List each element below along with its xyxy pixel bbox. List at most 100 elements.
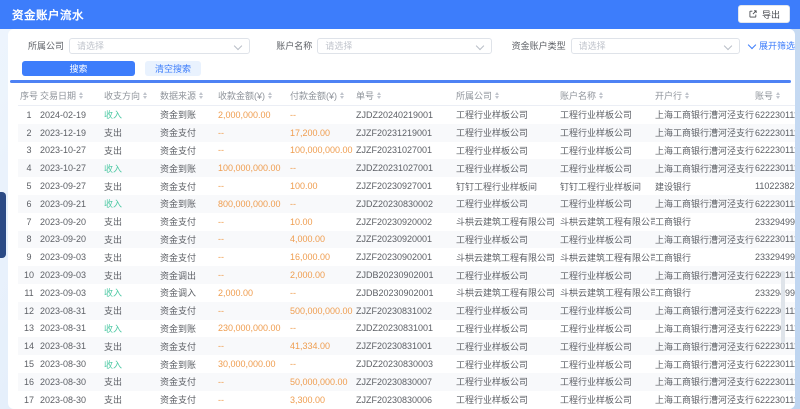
sort-carets-icon[interactable] — [776, 92, 780, 99]
column-header-date[interactable]: 交易日期 — [40, 89, 104, 102]
cell-payment: -- — [290, 110, 356, 120]
column-header-doc_no[interactable]: 单号 — [356, 89, 456, 102]
column-header-income[interactable]: 收款金额(¥) — [218, 89, 290, 102]
cell-date: 2023-08-30 — [40, 377, 104, 387]
cell-bank: 建设银行 — [655, 180, 755, 193]
cell-date: 2023-09-27 — [40, 181, 104, 191]
cell-payment: 50,000,000.00 — [290, 377, 356, 387]
cell-date: 2024-02-19 — [40, 110, 104, 120]
sort-carets-icon[interactable] — [143, 92, 147, 99]
cell-direction: 支出 — [104, 251, 160, 264]
table-row[interactable]: 52023-09-27支出资金支付--100.00ZJZF20230927001… — [18, 177, 795, 195]
cell-company: 工程行业样板公司 — [456, 197, 560, 210]
cell-source: 资金支付 — [160, 393, 218, 406]
table-row[interactable]: 92023-09-03支出资金支付--16,000.00ZJZF20230902… — [18, 248, 795, 266]
cell-seq: 4 — [18, 163, 40, 173]
table-row[interactable]: 82023-09-20支出资金支付--4,000.00ZJZF202309200… — [18, 231, 795, 249]
sort-carets-icon[interactable] — [495, 92, 499, 99]
table-row[interactable]: 152023-08-30收入资金到账30,000,000.00--ZJDZ202… — [18, 355, 795, 373]
cell-account_no: 233294994 — [755, 252, 795, 262]
cell-account_no: 622230111 — [755, 395, 795, 405]
sort-carets-icon[interactable] — [268, 92, 272, 99]
table-row[interactable]: 62023-09-21收入资金到账800,000,000.00--ZJDZ202… — [18, 195, 795, 213]
sort-carets-icon[interactable] — [685, 92, 689, 99]
cell-payment: -- — [290, 323, 356, 333]
expand-filters-label: 展开筛选 — [759, 39, 795, 52]
cell-company: 工程行业样板公司 — [456, 126, 560, 139]
sort-carets-icon[interactable] — [599, 92, 603, 99]
cell-source: 资金到账 — [160, 358, 218, 371]
cell-direction: 收入 — [104, 286, 160, 299]
sort-carets-icon[interactable] — [199, 92, 203, 99]
table-row[interactable]: 112023-09-03收入资金调入2,000.00--ZJDB20230902… — [18, 284, 795, 302]
side-widget-handle[interactable] — [0, 192, 6, 258]
search-button[interactable]: 搜索 — [22, 61, 135, 76]
table-row[interactable]: 12024-02-19收入资金到账2,000,000.00--ZJDZ20240… — [18, 106, 795, 124]
table-row[interactable]: 72023-09-20支出资金支付--10.00ZJZF20230920002斗… — [18, 213, 795, 231]
column-header-label: 收支方向 — [104, 89, 140, 102]
sort-carets-icon[interactable] — [340, 92, 344, 99]
table-row[interactable]: 102023-09-03支出资金调出--2,000.00ZJDB20230902… — [18, 266, 795, 284]
sort-carets-icon[interactable] — [377, 92, 381, 99]
cell-bank: 上海工商银行漕河泾支行 — [655, 108, 755, 121]
cell-account_name: 工程行业样板公司 — [560, 162, 655, 175]
table-row[interactable]: 172023-08-30支出资金支付--3,300.00ZJZF20230830… — [18, 391, 795, 409]
cell-bank: 上海工商银行漕河泾支行 — [655, 358, 755, 371]
clear-search-button[interactable]: 清空搜索 — [145, 61, 201, 76]
vertical-scrollbar-thumb[interactable] — [781, 271, 785, 343]
cell-account_name: 工程行业样板公司 — [560, 322, 655, 335]
cell-account_name: 钉钉工程行业样板间 — [560, 180, 655, 193]
cell-seq: 5 — [18, 181, 40, 191]
column-header-direction[interactable]: 收支方向 — [104, 89, 160, 102]
cell-doc_no: ZJZF20230830006 — [356, 395, 456, 405]
column-header-payment[interactable]: 付款金额(¥) — [290, 89, 356, 102]
column-header-account_no[interactable]: 账号 — [755, 89, 795, 102]
cell-seq: 12 — [18, 306, 40, 316]
cell-account_no: 622230111 — [755, 306, 795, 316]
cell-company: 工程行业样板公司 — [456, 393, 560, 406]
account-filter-select[interactable]: 请选择 — [317, 38, 491, 54]
cell-account_no: 622230111 — [755, 377, 795, 387]
cell-date: 2023-08-31 — [40, 306, 104, 316]
cell-company: 斗栱云建筑工程有限公司 — [456, 215, 560, 228]
cell-account_name: 工程行业样板公司 — [560, 358, 655, 371]
cell-bank: 上海工商银行漕河泾支行 — [655, 144, 755, 157]
table-row[interactable]: 162023-08-30支出资金支付--50,000,000.00ZJZF202… — [18, 373, 795, 391]
chevron-down-icon — [748, 40, 756, 48]
column-header-label: 数据来源 — [160, 89, 196, 102]
column-header-label: 账号 — [755, 89, 773, 102]
sort-carets-icon[interactable] — [79, 92, 83, 99]
cell-seq: 10 — [18, 270, 40, 280]
column-header-source[interactable]: 数据来源 — [160, 89, 218, 102]
column-header-account_name[interactable]: 账户名称 — [560, 89, 655, 102]
table-row[interactable]: 22023-12-19支出资金支付--17,200.00ZJZF20231219… — [18, 124, 795, 142]
table-header-row: 序号交易日期收支方向数据来源收款金额(¥)付款金额(¥)单号所属公司账户名称开户… — [18, 85, 795, 106]
table-row[interactable]: 142023-08-31支出资金支付--41,334.00ZJZF2023083… — [18, 337, 795, 355]
cell-seq: 11 — [18, 288, 40, 298]
table-row[interactable]: 32023-10-27支出资金支付--100,000,000.00ZJZF202… — [18, 142, 795, 160]
cell-bank: 工商银行 — [655, 286, 755, 299]
cell-payment: 3,300.00 — [290, 395, 356, 405]
column-header-label: 所属公司 — [456, 89, 492, 102]
cell-income: 100,000,000.00 — [218, 163, 290, 173]
cell-seq: 13 — [18, 323, 40, 333]
table-row[interactable]: 42023-10-27收入资金到账100,000,000.00--ZJDZ202… — [18, 159, 795, 177]
cell-direction: 收入 — [104, 197, 160, 210]
expand-filters-link[interactable]: 展开筛选 — [749, 39, 795, 52]
column-header-company[interactable]: 所属公司 — [456, 89, 560, 102]
fund-type-filter-select[interactable]: 请选择 — [571, 38, 740, 54]
cell-company: 工程行业样板公司 — [456, 340, 560, 353]
column-header-bank[interactable]: 开户行 — [655, 89, 755, 102]
cell-company: 工程行业样板公司 — [456, 375, 560, 388]
cell-date: 2023-08-30 — [40, 359, 104, 369]
cell-account_no: 622230111 — [755, 145, 795, 155]
cell-company: 工程行业样板公司 — [456, 162, 560, 175]
table-row[interactable]: 132023-08-31收入资金到账230,000,000.00--ZJDZ20… — [18, 320, 795, 338]
table-row[interactable]: 122023-08-31支出资金支付--500,000,000.00ZJZF20… — [18, 302, 795, 320]
cell-company: 工程行业样板公司 — [456, 144, 560, 157]
cell-payment: 4,000.00 — [290, 234, 356, 244]
export-button[interactable]: 导出 — [738, 5, 790, 23]
filter-row: 所属公司 请选择 账户名称 请选择 资金账户类型 请选择 展开筛选 — [8, 37, 795, 54]
company-filter-select[interactable]: 请选择 — [69, 38, 250, 54]
cell-company: 斗栱云建筑工程有限公司 — [456, 286, 560, 299]
